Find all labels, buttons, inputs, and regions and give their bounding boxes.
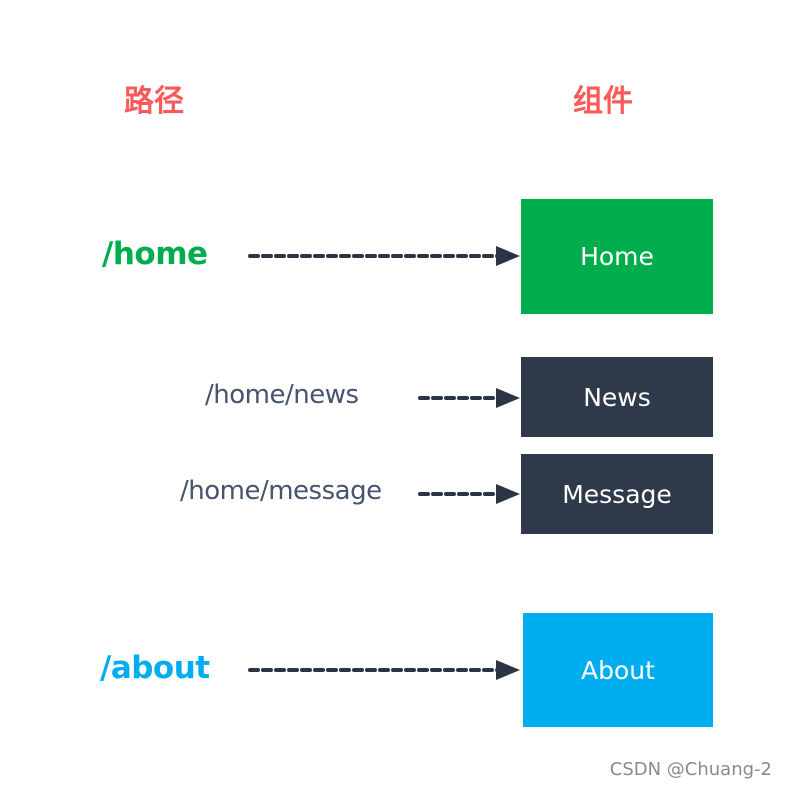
header-component: 组件: [573, 84, 633, 119]
component-box-news: News: [521, 357, 713, 437]
component-label-message: Message: [562, 479, 672, 509]
dashed-arrow-icon: [248, 660, 520, 680]
route-path-about: /about: [100, 650, 210, 686]
component-box-home: Home: [521, 199, 713, 314]
route-path-message: /home/message: [180, 476, 382, 506]
component-label-about: About: [581, 655, 655, 685]
arrow-message: [418, 482, 522, 506]
route-path-news: /home/news: [205, 380, 359, 410]
dashed-arrow-icon: [418, 388, 520, 408]
dashed-arrow-icon: [248, 246, 520, 266]
arrow-home: [248, 244, 522, 268]
route-path-home: /home: [102, 236, 208, 272]
component-label-news: News: [583, 382, 651, 412]
watermark: CSDN @Chuang-2: [609, 759, 772, 780]
header-path: 路径: [124, 84, 184, 119]
component-label-home: Home: [580, 242, 654, 271]
arrow-about: [248, 658, 522, 682]
component-box-about: About: [523, 613, 713, 727]
arrow-news: [418, 386, 522, 410]
component-box-message: Message: [521, 454, 713, 534]
dashed-arrow-icon: [418, 484, 520, 504]
